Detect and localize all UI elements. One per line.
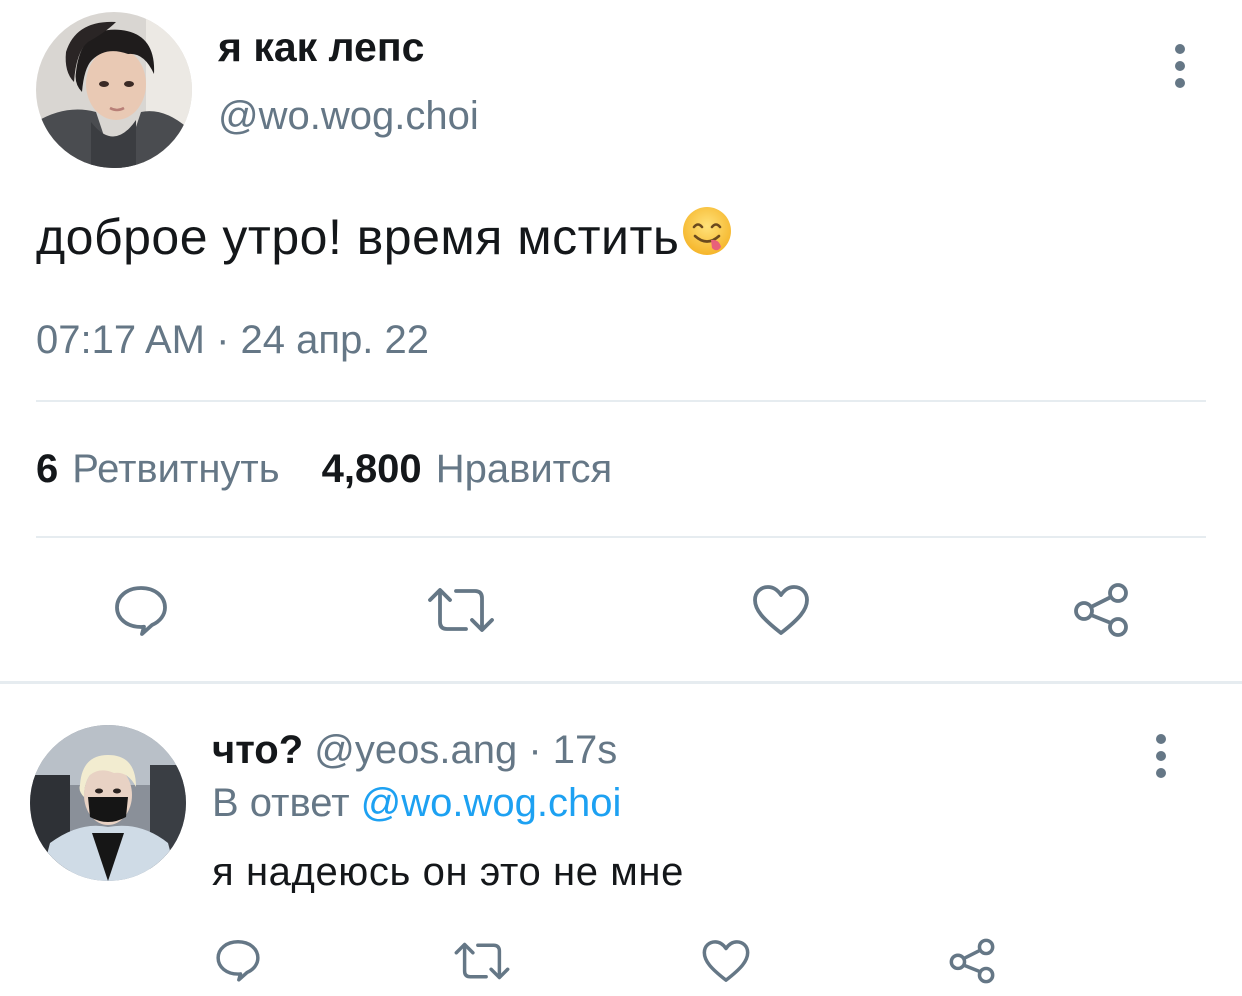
- like-button[interactable]: [748, 578, 814, 642]
- reply-icon: [115, 586, 167, 636]
- heart-icon: [753, 585, 809, 635]
- share-icon: [949, 938, 995, 984]
- like-count[interactable]: 4,800: [322, 447, 422, 492]
- replying-to: В ответ @wo.wog.choi: [212, 781, 621, 826]
- retweet-count[interactable]: 6: [36, 447, 58, 492]
- section-divider: [0, 681, 1242, 684]
- reply-icon: [216, 940, 260, 982]
- divider: [36, 536, 1206, 538]
- reply-button[interactable]: [108, 578, 174, 642]
- share-button[interactable]: [1068, 578, 1134, 642]
- reply-reply-button[interactable]: [210, 932, 266, 988]
- reply-retweet-button[interactable]: [450, 934, 514, 988]
- tweet-body: доброе утро! время мстить: [36, 209, 680, 265]
- tweet-text: доброе утро! время мстить: [36, 205, 733, 269]
- retweet-icon: [428, 588, 494, 632]
- reply-more-options-icon[interactable]: [1151, 734, 1171, 778]
- retweet-label[interactable]: Ретвитнуть: [72, 447, 279, 492]
- reply-share-button[interactable]: [944, 934, 1000, 988]
- replying-to-handle-link[interactable]: @wo.wog.choi: [361, 781, 622, 825]
- tweet-stats: 6 Ретвитнуть 4,800 Нравится: [36, 447, 612, 492]
- more-options-icon[interactable]: [1170, 44, 1190, 88]
- face-savoring-food-emoji-icon: [681, 205, 733, 269]
- author-handle[interactable]: @wo.wog.choi: [218, 94, 479, 139]
- divider: [36, 400, 1206, 402]
- retweet-button[interactable]: [424, 578, 498, 642]
- heart-icon: [702, 940, 750, 982]
- reply-like-button[interactable]: [698, 934, 754, 988]
- retweet-icon: [454, 942, 510, 980]
- like-label[interactable]: Нравится: [436, 447, 613, 492]
- reply-display-name[interactable]: что?: [212, 728, 303, 772]
- tweet-timestamp[interactable]: 07:17 AM · 24 апр. 22: [36, 318, 429, 363]
- replying-to-label: В ответ: [212, 781, 350, 825]
- reply-text: я надеюсь он это не мне: [212, 850, 684, 894]
- author-avatar[interactable]: [36, 12, 192, 168]
- reply-handle-time[interactable]: @yeos.ang · 17s: [314, 728, 617, 772]
- reply-header: что? @yeos.ang · 17s: [212, 728, 617, 773]
- author-display-name[interactable]: я как лепс: [218, 24, 424, 71]
- reply-author-avatar[interactable]: [30, 725, 186, 881]
- share-icon: [1074, 583, 1128, 637]
